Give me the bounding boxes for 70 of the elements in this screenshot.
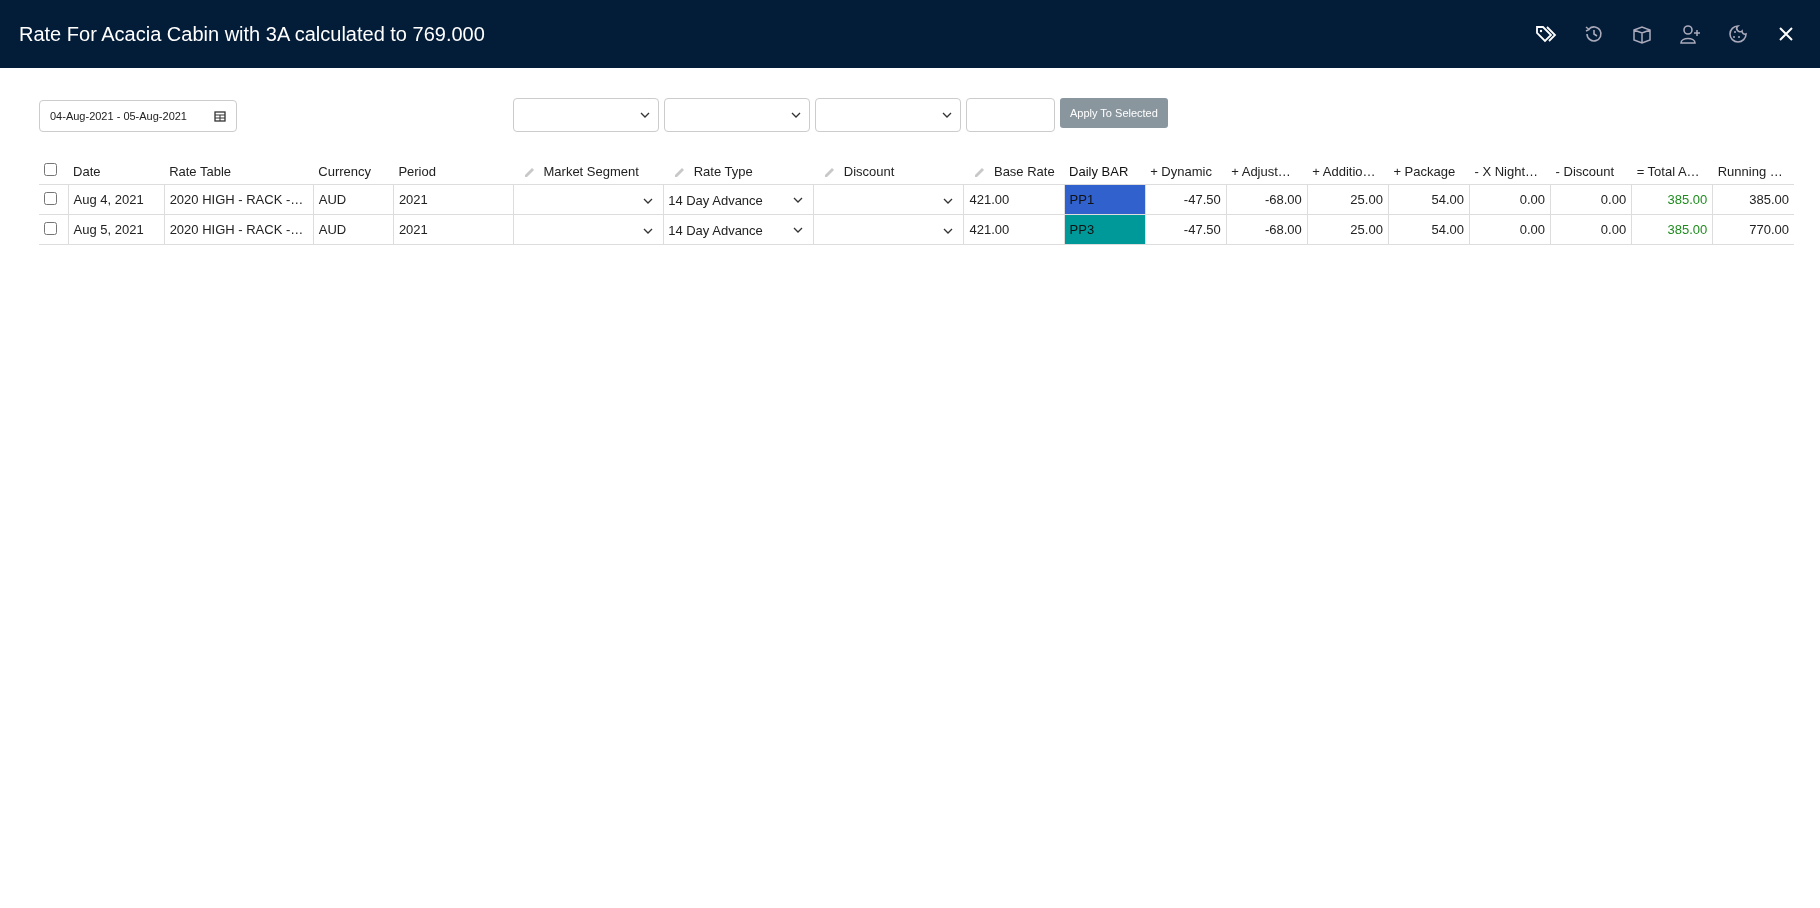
daily-bar-cell: PP1 bbox=[1064, 184, 1146, 215]
date-range-field[interactable]: 04-Aug-2021 - 05-Aug-2021 bbox=[39, 100, 237, 132]
chevron-icon bbox=[793, 227, 804, 234]
calendar-icon bbox=[214, 110, 226, 122]
column-header: Running … bbox=[1717, 163, 1783, 179]
chevron-icon bbox=[643, 197, 654, 204]
table-cell: 385.00 bbox=[1712, 184, 1794, 215]
column-header: + Dynamic bbox=[1150, 163, 1212, 179]
chevron-icon bbox=[793, 197, 804, 204]
history-icon bbox=[1583, 23, 1605, 45]
table-cell: 25.00 bbox=[1307, 184, 1389, 215]
daily-bar-cell: PP3 bbox=[1064, 214, 1146, 245]
column-header: Market Segment bbox=[543, 163, 639, 179]
chevron-icon bbox=[791, 112, 801, 118]
column-header: Rate Table bbox=[169, 163, 232, 179]
column-header: Rate Type bbox=[693, 163, 753, 179]
dropdown-cell[interactable] bbox=[513, 214, 664, 245]
tags-icon bbox=[1535, 23, 1557, 45]
table-cell: 54.00 bbox=[1388, 214, 1470, 245]
dropdown-cell[interactable] bbox=[813, 184, 964, 215]
table-cell: -47.50 bbox=[1145, 214, 1227, 245]
table-cell: 770.00 bbox=[1712, 214, 1794, 245]
column-header: Daily BAR bbox=[1069, 163, 1129, 179]
table-cell: AUD bbox=[313, 184, 394, 215]
checkbox[interactable] bbox=[44, 221, 57, 235]
window-title: Rate For Acacia Cabin with 3A calculated to 769.000 bbox=[19, 22, 485, 46]
table-cell: -68.00 bbox=[1226, 184, 1308, 215]
table-cell: -68.00 bbox=[1226, 214, 1308, 245]
chevron-icon bbox=[640, 112, 650, 118]
box-icon bbox=[1631, 23, 1653, 45]
column-header: Date bbox=[73, 163, 101, 179]
dropdown-cell[interactable] bbox=[813, 214, 964, 245]
table-cell: 0.00 bbox=[1550, 214, 1632, 245]
table-cell: Aug 4, 2021 bbox=[68, 184, 165, 215]
cookie-icon bbox=[1727, 23, 1749, 45]
chevron-icon bbox=[643, 227, 654, 234]
column-header: Base Rate bbox=[993, 163, 1055, 179]
table-cell: 2020 HIGH - RACK -… bbox=[164, 214, 314, 245]
column-header: + Adjust… bbox=[1231, 163, 1291, 179]
chevron-icon bbox=[943, 227, 954, 234]
table-cell: 0.00 bbox=[1550, 184, 1632, 215]
column-header: - Discount bbox=[1555, 163, 1615, 179]
chevron-icon bbox=[942, 112, 952, 118]
dropdown-cell[interactable] bbox=[513, 184, 664, 215]
chevron-icon bbox=[943, 197, 954, 204]
checkbox[interactable] bbox=[44, 163, 57, 176]
table-cell: 0.00 bbox=[1469, 184, 1551, 215]
table-cell: 0.00 bbox=[1469, 214, 1551, 245]
column-header: = Total A… bbox=[1636, 163, 1700, 179]
table-cell: Aug 5, 2021 bbox=[68, 214, 165, 245]
user-plus-icon bbox=[1679, 23, 1701, 45]
table-cell: 54.00 bbox=[1388, 184, 1470, 215]
table-cell: 25.00 bbox=[1307, 214, 1389, 245]
column-header: - X Night… bbox=[1474, 163, 1539, 179]
checkbox[interactable] bbox=[44, 191, 57, 205]
table-cell: -47.50 bbox=[1145, 184, 1227, 215]
column-header: Currency bbox=[318, 163, 372, 179]
table-cell: 385.00 bbox=[1631, 184, 1713, 215]
dropdown-cell[interactable]: 14 Day Advance bbox=[663, 214, 814, 245]
dropdown-cell[interactable]: 14 Day Advance bbox=[663, 184, 814, 215]
column-header: + Package bbox=[1393, 163, 1456, 179]
column-header: + Additio… bbox=[1312, 163, 1376, 179]
column-header: Discount bbox=[843, 163, 895, 179]
input-field[interactable] bbox=[966, 98, 1055, 132]
table-cell: 385.00 bbox=[1631, 214, 1713, 245]
table-cell: 2021 bbox=[393, 214, 514, 245]
column-header: Period bbox=[398, 163, 436, 179]
table-cell: 2020 HIGH - RACK -… bbox=[164, 184, 314, 215]
table-cell: 2021 bbox=[393, 184, 514, 215]
table-cell: AUD bbox=[313, 214, 394, 245]
